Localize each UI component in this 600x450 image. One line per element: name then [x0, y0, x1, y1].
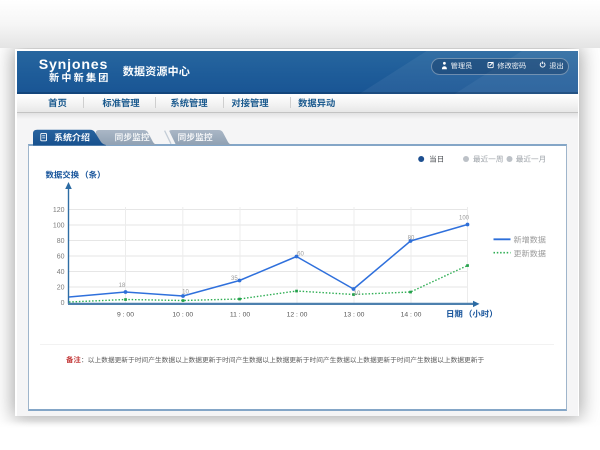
- svg-text:12 : 00: 12 : 00: [287, 312, 308, 319]
- svg-text:10 : 00: 10 : 00: [172, 312, 193, 319]
- svg-text:80: 80: [57, 238, 65, 245]
- svg-text:10: 10: [354, 291, 361, 297]
- svg-text:100: 100: [53, 223, 65, 230]
- svg-text:10: 10: [182, 290, 189, 296]
- svg-text:120: 120: [53, 207, 65, 214]
- svg-text:Synjones: Synjones: [39, 57, 108, 73]
- svg-text:80: 80: [408, 236, 415, 242]
- svg-text:13 : 00: 13 : 00: [344, 312, 365, 319]
- svg-text:11 : 00: 11 : 00: [230, 312, 251, 319]
- svg-text:20: 20: [57, 285, 65, 292]
- svg-text:9 : 00: 9 : 00: [117, 312, 134, 319]
- svg-text:18: 18: [119, 283, 126, 289]
- svg-text:100: 100: [459, 216, 470, 222]
- svg-text:0: 0: [61, 300, 65, 307]
- svg-text:35: 35: [231, 276, 238, 282]
- svg-text:60: 60: [57, 254, 65, 261]
- svg-text:60: 60: [297, 252, 304, 258]
- svg-text:14 : 00: 14 : 00: [401, 312, 422, 319]
- svg-text:40: 40: [57, 269, 65, 276]
